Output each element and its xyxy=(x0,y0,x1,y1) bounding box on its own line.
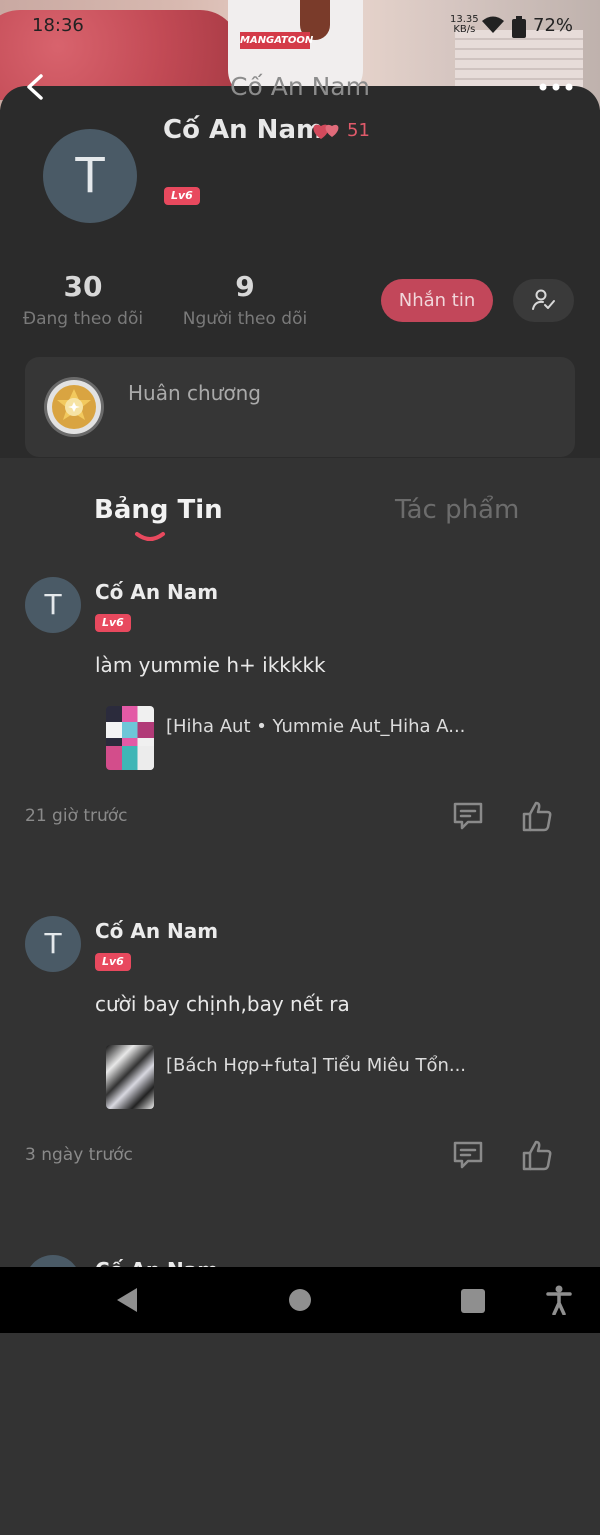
tab-feed[interactable]: Bảng Tin xyxy=(94,495,223,525)
post-text: cười bay chịnh,bay nết ra xyxy=(95,992,350,1016)
post-time: 3 ngày trước xyxy=(25,1145,133,1165)
tab-works[interactable]: Tác phẩm xyxy=(395,495,519,525)
post-text: làm yummie h+ ikkkkk xyxy=(95,653,326,677)
comment-icon[interactable] xyxy=(452,801,484,831)
battery-percent: 72% xyxy=(533,15,574,36)
work-thumbnail[interactable] xyxy=(106,1045,154,1109)
accessibility-icon[interactable] xyxy=(546,1285,572,1315)
network-speed: 13.35 KB/s xyxy=(450,15,479,35)
nav-recent-apps-icon[interactable] xyxy=(461,1289,485,1313)
like-icon[interactable] xyxy=(521,1138,553,1172)
work-title[interactable]: [Hiha Aut • Yummie Aut_Hiha A... xyxy=(166,716,465,737)
following-stat[interactable]: 30 Đang theo dõi xyxy=(18,270,148,329)
status-bar: 18:36 13.35 KB/s 72% xyxy=(0,0,600,52)
profile-name: Cố An Nam xyxy=(163,115,324,145)
medal-icon xyxy=(44,377,104,437)
active-tab-indicator xyxy=(135,532,165,541)
level-badge: Lv6 xyxy=(95,953,131,971)
work-title[interactable]: [Bách Hợp+futa] Tiểu Miêu Tổn... xyxy=(166,1055,466,1076)
comment-icon[interactable] xyxy=(452,1140,484,1170)
level-badge: Lv6 xyxy=(164,187,200,205)
post-author-avatar[interactable]: T xyxy=(25,916,81,972)
profile-avatar[interactable]: T xyxy=(43,129,137,223)
following-label: Đang theo dõi xyxy=(22,309,144,329)
followers-stat[interactable]: 9 Người theo dõi xyxy=(176,270,314,329)
page-title: Cố An Nam xyxy=(230,72,370,101)
user-check-icon xyxy=(532,289,555,310)
like-icon[interactable] xyxy=(521,799,553,833)
nav-back-icon[interactable] xyxy=(115,1287,139,1313)
medal-label: Huân chương xyxy=(128,381,261,405)
work-thumbnail[interactable] xyxy=(106,706,154,770)
battery-icon xyxy=(512,16,526,38)
status-time: 18:36 xyxy=(32,15,84,36)
feed-post: T Cố An Nam Lv6 làm yummie h+ ikkkkk [Hi… xyxy=(0,577,600,857)
followers-label: Người theo dõi xyxy=(182,309,308,329)
post-author-avatar[interactable]: T xyxy=(25,577,81,633)
hearts-icon xyxy=(313,124,339,139)
following-status-button[interactable] xyxy=(513,279,574,322)
medal-card[interactable]: Huân chương xyxy=(25,357,575,457)
network-speed-unit: KB/s xyxy=(453,24,476,35)
more-options-icon[interactable] xyxy=(538,80,574,94)
followers-count: 9 xyxy=(235,270,255,303)
post-author-name[interactable]: Cố An Nam xyxy=(95,919,218,943)
post-time: 21 giờ trước xyxy=(25,806,128,826)
level-badge: Lv6 xyxy=(95,614,131,632)
heart-count: 51 xyxy=(347,120,370,141)
post-author-name[interactable]: Cố An Nam xyxy=(95,580,218,604)
nav-home-icon[interactable] xyxy=(289,1289,311,1311)
feed-post: T Cố An Nam Lv6 cười bay chịnh,bay nết r… xyxy=(0,916,600,1196)
following-count: 30 xyxy=(63,270,103,303)
system-navigation-bar xyxy=(0,1267,600,1333)
message-button[interactable]: Nhắn tin xyxy=(381,279,493,322)
wifi-icon xyxy=(482,16,504,33)
